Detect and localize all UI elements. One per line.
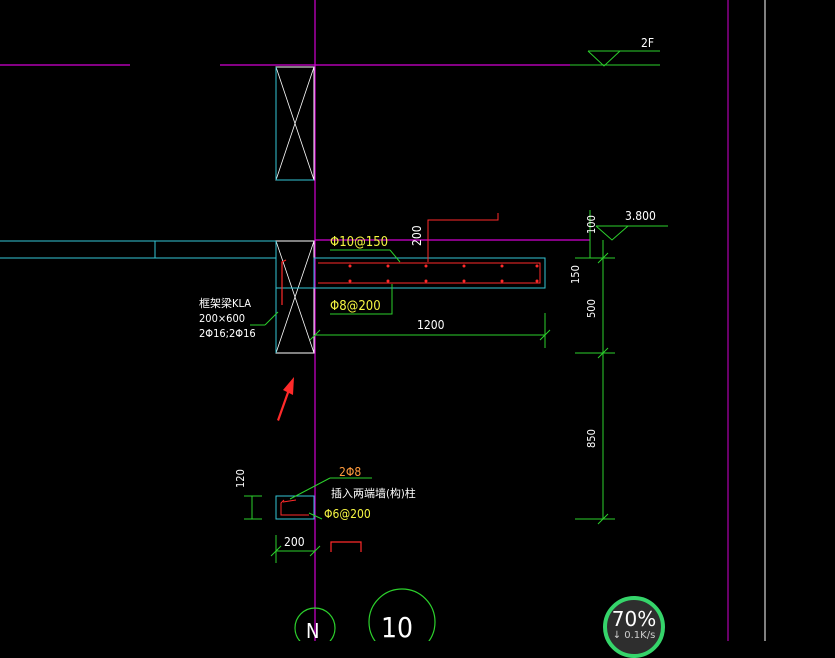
dimension-label-500: 500 [585, 299, 598, 318]
column-upper [275, 66, 315, 181]
floor-slab-left [0, 240, 276, 259]
column-stirrup-label: Φ6@200 [324, 507, 371, 521]
axis-label-n: N [306, 619, 319, 641]
axis-bubble-10: 10 [368, 588, 436, 641]
dimension-label-150: 150 [569, 265, 582, 284]
level-label-2f: 2F [641, 36, 654, 50]
stirrup-label: Φ8@200 [330, 299, 381, 314]
level-label-3800: 3.800 [625, 209, 656, 223]
slab-depth-label: 200 [410, 225, 424, 246]
level-marker-2f: 2F [587, 36, 660, 67]
dimension-label-100: 100 [585, 215, 598, 234]
column-section-detail: 2Φ8 插入两端墙(构)柱 Φ6@200 120 200 [234, 465, 416, 563]
beam-label-line2: 200×600 [199, 312, 245, 325]
column-top-rebar-label: 2Φ8 [339, 465, 361, 479]
dimension-1200: 1200 [309, 313, 551, 348]
column-lower [275, 240, 315, 354]
red-arrow-icon [277, 377, 294, 421]
dimension-label-850: 850 [585, 429, 598, 448]
column-label: 插入两端墙(构)柱 [331, 486, 416, 500]
speed-rate: ↓ 0.1K/s [612, 630, 656, 641]
column-height-label: 120 [234, 469, 247, 488]
network-speed-widget[interactable]: 70% ↓ 0.1K/s [603, 596, 665, 658]
rebar-dots [348, 264, 539, 283]
beam-label-line1: 框架梁KLA [199, 296, 251, 310]
top-rebar-label: Φ10@150 [330, 235, 388, 250]
slab-depth-annotation: 200 [410, 213, 499, 262]
beam-label-line3: 2Φ16;2Φ16 [199, 327, 256, 340]
column-width-label: 200 [284, 535, 305, 549]
vertical-dimension-chain: 100 150 500 850 [569, 210, 615, 525]
beam-label-group: 框架梁KLA 200×600 2Φ16;2Φ16 [199, 296, 279, 340]
speed-percent: 70% [611, 607, 657, 631]
cad-drawing-canvas[interactable]: 2F Φ10@150 200 Φ8@200 1200 框架梁KLA 200×60… [0, 0, 835, 641]
dimension-label-1200: 1200 [417, 318, 445, 332]
level-marker-3800: 3.800 [595, 209, 668, 241]
axis-label-10: 10 [381, 611, 413, 641]
canopy-slab [313, 257, 546, 289]
